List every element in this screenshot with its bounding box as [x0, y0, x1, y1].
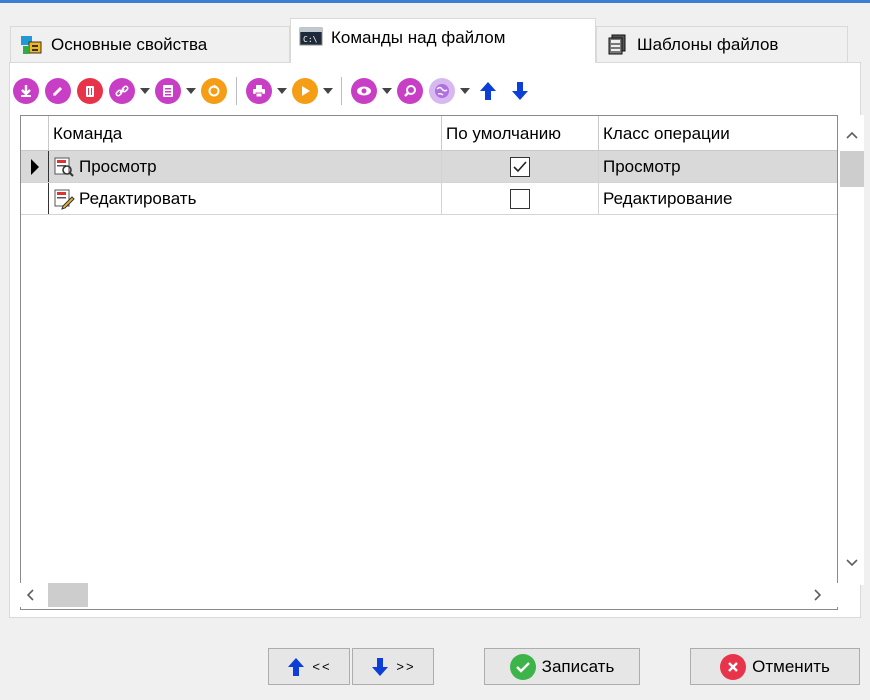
edit-icon [45, 78, 71, 104]
table-row[interactable]: Просмотр Просмотр [21, 151, 837, 183]
cell-operation-class[interactable]: Просмотр [599, 151, 837, 182]
link-icon [109, 78, 135, 104]
properties-icon [19, 33, 43, 57]
indicator-header [21, 116, 49, 151]
tab-main-properties[interactable]: Основные свойства [10, 26, 290, 62]
edit-button[interactable] [42, 75, 74, 107]
tab-label: Основные свойства [51, 35, 208, 54]
cell-command[interactable]: Просмотр [49, 151, 442, 182]
row-indicator [21, 151, 49, 182]
run-dropdown[interactable] [321, 75, 335, 107]
column-header-command[interactable]: Команда [49, 116, 442, 151]
table-row[interactable]: Редактировать Редактирование [21, 183, 837, 215]
view-icon [351, 78, 377, 104]
tab-label: Команды над файлом [331, 27, 506, 47]
tab-file-commands[interactable]: C:\ Команды над файлом [290, 18, 596, 63]
scroll-thumb[interactable] [48, 583, 88, 607]
search-icon [397, 78, 423, 104]
delete-icon [77, 78, 103, 104]
edit-document-icon [54, 189, 75, 210]
chevron-down-icon [186, 88, 196, 94]
chevron-down-icon [277, 88, 287, 94]
column-header-default[interactable]: По умолчанию [442, 116, 599, 151]
window-top-border [0, 0, 870, 3]
import-button[interactable] [10, 75, 42, 107]
move-up-button[interactable] [472, 75, 504, 107]
svg-text:C:\: C:\ [303, 35, 318, 44]
commands-grid: Команда По умолчанию Класс операции Прос… [20, 115, 838, 610]
document-button[interactable] [152, 75, 184, 107]
scroll-thumb[interactable] [840, 151, 864, 187]
globe-button[interactable] [426, 75, 458, 107]
button-label: Отменить [752, 656, 830, 676]
search-button[interactable] [394, 75, 426, 107]
print-dropdown[interactable] [275, 75, 289, 107]
current-row-icon [30, 158, 39, 175]
checkmark-icon [509, 653, 536, 680]
chevron-down-icon [460, 88, 470, 94]
document-dropdown[interactable] [184, 75, 198, 107]
print-button[interactable] [243, 75, 275, 107]
command-name: Редактировать [79, 188, 197, 208]
chevron-down-icon [323, 88, 333, 94]
tab-file-templates[interactable]: Шаблоны файлов [596, 26, 848, 62]
vertical-scrollbar[interactable] [840, 115, 864, 585]
link-dropdown[interactable] [138, 75, 152, 107]
refresh-button[interactable] [198, 75, 230, 107]
link-button[interactable] [106, 75, 138, 107]
arrow-up-icon [288, 657, 305, 676]
move-left-button[interactable]: << [268, 648, 350, 685]
checkmark-icon [513, 160, 527, 172]
arrow-down-icon [372, 657, 389, 676]
cell-default[interactable] [442, 151, 599, 182]
horizontal-scrollbar[interactable] [20, 583, 840, 607]
save-button[interactable]: Записать [484, 648, 640, 685]
chevron-down-icon [140, 88, 150, 94]
button-label: << [312, 659, 332, 674]
default-checkbox[interactable] [510, 188, 530, 209]
run-button[interactable] [289, 75, 321, 107]
column-header-operation-class[interactable]: Класс операции [599, 116, 837, 151]
tab-bar: Основные свойства C:\ Команды над файлом… [0, 16, 870, 63]
toolbar-separator [341, 77, 342, 105]
play-icon [292, 78, 318, 104]
globe-icon [429, 78, 455, 104]
tab-label: Шаблоны файлов [637, 35, 779, 54]
button-label: >> [396, 659, 416, 674]
view-dropdown[interactable] [380, 75, 394, 107]
toolbar-separator [236, 77, 237, 105]
chevron-down-icon [382, 88, 392, 94]
button-label: Записать [541, 656, 615, 676]
view-button[interactable] [348, 75, 380, 107]
close-icon [720, 653, 747, 680]
templates-icon [605, 33, 629, 57]
cell-default[interactable] [442, 183, 599, 214]
arrow-up-icon [480, 82, 496, 100]
import-icon [13, 78, 39, 104]
row-indicator [21, 183, 49, 214]
move-right-button[interactable]: >> [352, 648, 434, 685]
cell-operation-class[interactable]: Редактирование [599, 183, 837, 214]
document-icon [155, 78, 181, 104]
grid-header: Команда По умолчанию Класс операции [21, 116, 837, 151]
move-down-button[interactable] [504, 75, 536, 107]
toolbar [10, 72, 536, 110]
cancel-button[interactable]: Отменить [690, 648, 860, 685]
delete-button[interactable] [74, 75, 106, 107]
view-document-icon [54, 157, 74, 177]
default-checkbox[interactable] [510, 156, 530, 177]
print-icon [246, 78, 272, 104]
arrow-down-icon [512, 82, 528, 100]
globe-dropdown[interactable] [458, 75, 472, 107]
refresh-icon [201, 78, 227, 104]
cell-command[interactable]: Редактировать [49, 183, 442, 214]
console-icon: C:\ [299, 25, 323, 49]
command-name: Просмотр [79, 156, 157, 176]
